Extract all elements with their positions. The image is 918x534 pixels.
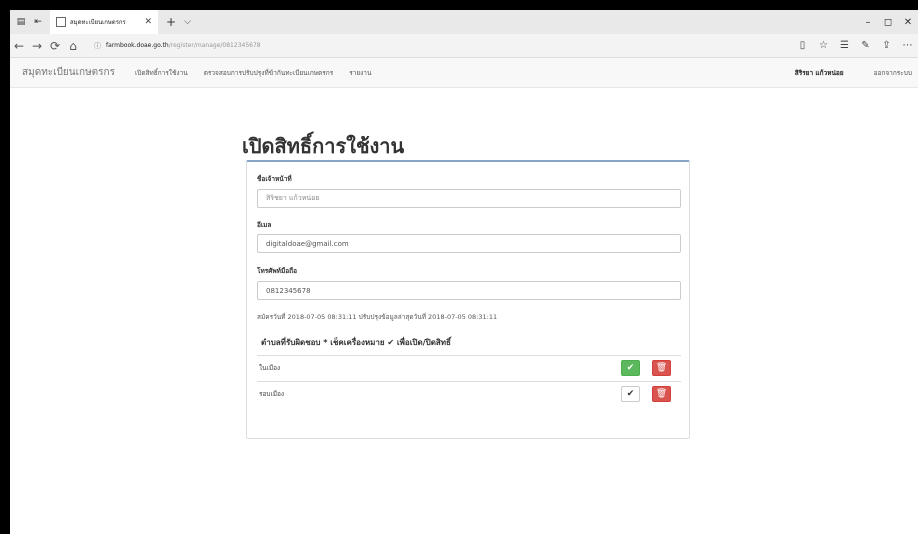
email-label: อีเมล xyxy=(257,221,272,229)
minimize-icon[interactable]: – xyxy=(858,17,878,28)
close-window-icon[interactable]: ✕ xyxy=(898,17,918,28)
favorites-icon[interactable]: ☰ xyxy=(834,40,855,51)
phone-label: โทรศัพท์มือถือ xyxy=(257,267,297,275)
refresh-icon[interactable]: ⟳ xyxy=(46,39,64,53)
tab-close-icon[interactable]: ✕ xyxy=(144,17,152,27)
home-icon[interactable]: ⌂ xyxy=(64,39,82,53)
logout-link[interactable]: ออกจากระบบ xyxy=(874,68,912,78)
officer-label: ชื่อเจ้าหน้าที่ xyxy=(257,175,292,183)
url-host: farmbook.doae.go.th xyxy=(106,42,169,49)
url-field[interactable]: ⓘ farmbook.doae.go.th /register/manage/0… xyxy=(94,41,261,51)
tab-back-icon[interactable]: ⇤ xyxy=(32,16,44,28)
star-icon[interactable]: ☆ xyxy=(813,40,834,51)
info-icon[interactable]: ⓘ xyxy=(94,41,101,51)
user-name[interactable]: สิริรยา แก้วหน่อย xyxy=(795,68,844,78)
phone-field[interactable]: 0812345678 xyxy=(257,281,681,300)
url-path: /register/manage/0812345678 xyxy=(168,42,261,49)
browser-window: ▤ ⇤ สมุดทะเบียนเกษตรกร ✕ + ⌵ – ◻ ✕ ← → ⟳… xyxy=(10,10,918,534)
officer-field[interactable]: สิริชยา แก้วหน่อย xyxy=(257,189,681,208)
forward-icon[interactable]: → xyxy=(28,39,46,53)
delete-button[interactable]: 🗑 xyxy=(652,386,671,402)
pen-icon[interactable]: ✎ xyxy=(855,40,876,51)
subdistrict-heading: ตำบลที่รับผิดชอบ * เช็คเครื่องหมาย ✔ เพื… xyxy=(261,338,451,347)
share-icon[interactable]: ⇪ xyxy=(876,40,897,51)
toolbar-icons: ▯ ☆ ☰ ✎ ⇪ ⋯ xyxy=(792,40,918,51)
window-controls: – ◻ ✕ xyxy=(858,17,918,28)
list-item: ในเมือง ✔ 🗑 xyxy=(257,355,681,379)
brand[interactable]: สมุดทะเบียนเกษตรกร xyxy=(22,65,115,80)
new-tab-icon[interactable]: + xyxy=(166,15,176,29)
maximize-icon[interactable]: ◻ xyxy=(878,17,898,28)
tab-bar: ▤ ⇤ สมุดทะเบียนเกษตรกร ✕ + ⌵ – ◻ ✕ xyxy=(10,10,918,34)
back-icon[interactable]: ← xyxy=(10,39,28,53)
tab-menu-icon[interactable]: ⌵ xyxy=(184,17,191,27)
registration-meta: สมัครวันที่ 2018-07-05 08:31:11 ปรับปรุง… xyxy=(257,313,498,321)
address-bar: ← → ⟳ ⌂ ⓘ farmbook.doae.go.th /register/… xyxy=(10,34,918,58)
delete-button[interactable]: 🗑 xyxy=(652,360,671,376)
nav-check-updates[interactable]: ตรวจสอบการปรับปรุงที่ข้ากันทะเบียนเกษตรก… xyxy=(204,68,334,78)
page-title: เปิดสิทธิ์การใช้งาน xyxy=(242,134,405,158)
subdistrict-name: รอบเมือง xyxy=(259,389,285,398)
reading-view-icon[interactable]: ▯ xyxy=(792,40,813,51)
tab-list-icon[interactable]: ▤ xyxy=(15,16,27,28)
page-icon xyxy=(56,17,66,27)
toggle-disabled-button[interactable]: ✔ xyxy=(621,386,640,402)
access-panel: ชื่อเจ้าหน้าที่ สิริชยา แก้วหน่อย อีเมล … xyxy=(246,160,690,439)
nav-grant-access[interactable]: เปิดสิทธิ์การใช้งาน xyxy=(135,68,188,78)
app-navbar: สมุดทะเบียนเกษตรกร เปิดสิทธิ์การใช้งาน ต… xyxy=(10,58,918,88)
nav-reports[interactable]: รายงาน xyxy=(349,68,371,78)
more-icon[interactable]: ⋯ xyxy=(897,40,918,51)
subdistrict-name: ในเมือง xyxy=(259,363,281,372)
email-field[interactable]: digitaldoae@gmail.com xyxy=(257,234,681,253)
toggle-enabled-button[interactable]: ✔ xyxy=(621,360,640,376)
tab-title: สมุดทะเบียนเกษตรกร xyxy=(70,19,126,26)
browser-tab[interactable]: สมุดทะเบียนเกษตรกร ✕ xyxy=(50,10,158,34)
list-item: รอบเมือง ✔ 🗑 xyxy=(257,381,681,405)
